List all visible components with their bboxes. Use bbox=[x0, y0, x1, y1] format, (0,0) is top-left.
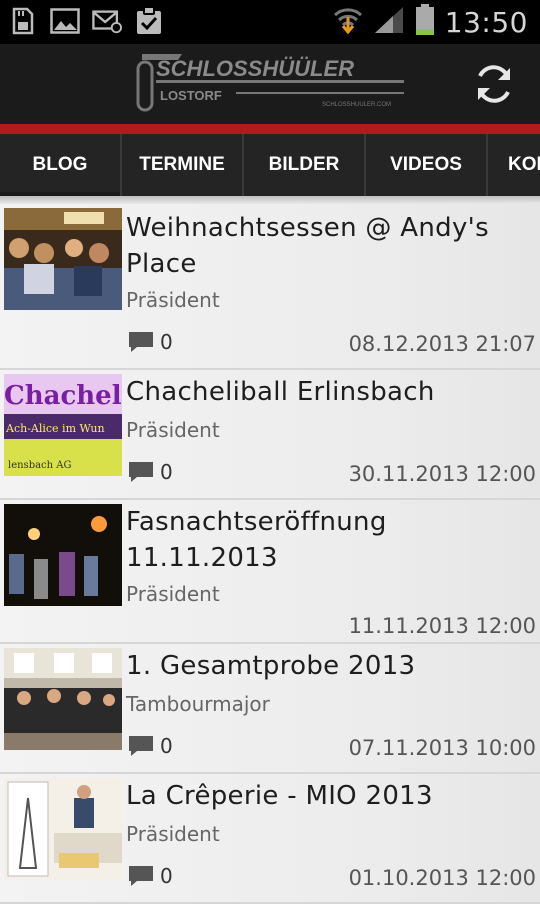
battery-icon bbox=[415, 4, 435, 40]
app-bar: SCHLOSSHÜÜLER LOSTORF SCHLOSSHUULER.COM bbox=[0, 44, 540, 124]
comment-icon bbox=[129, 866, 153, 886]
tab-kontakt[interactable]: KON bbox=[488, 134, 540, 196]
comment-count: 0 bbox=[128, 734, 173, 758]
comment-count: 0 bbox=[128, 460, 173, 484]
comment-icon bbox=[129, 462, 153, 482]
tab-bilder[interactable]: BILDER bbox=[244, 134, 366, 196]
post-title: Fasnachtseröffnung 11.11.2013 bbox=[126, 507, 387, 573]
post-date: 08.12.2013 21:07 bbox=[348, 332, 536, 356]
comment-count: 0 bbox=[128, 330, 173, 354]
wifi-download-icon bbox=[333, 5, 363, 39]
list-item[interactable]: Fasnachtseröffnung 11.11.2013 Präsident … bbox=[0, 500, 540, 644]
post-author: Tambourmajor bbox=[126, 692, 270, 716]
logo-title: SCHLOSSHÜÜLER bbox=[156, 56, 354, 81]
signal-icon bbox=[373, 5, 405, 39]
gallery-icon bbox=[50, 6, 80, 36]
post-title: Weihnachtsessen @ Andy's Place bbox=[126, 213, 489, 279]
list-item[interactable]: La Crêperie - MIO 2013 Präsident 0 01.10… bbox=[0, 774, 540, 904]
logo-subtitle: LOSTORF bbox=[160, 88, 222, 103]
task-check-icon bbox=[134, 6, 164, 36]
post-title: La Crêperie - MIO 2013 bbox=[126, 781, 433, 811]
post-date: 07.11.2013 10:00 bbox=[348, 736, 536, 760]
post-thumbnail bbox=[4, 504, 122, 606]
post-thumbnail: Chacheli Ach-Alice im Wun lensbach AG bbox=[4, 374, 122, 476]
comment-count-value: 0 bbox=[160, 864, 173, 888]
tab-shadow bbox=[0, 196, 540, 204]
clock: 13:50 bbox=[444, 5, 528, 39]
comment-count: 0 bbox=[128, 864, 173, 888]
post-author: Präsident bbox=[126, 822, 220, 846]
svg-text:lensbach AG: lensbach AG bbox=[8, 460, 71, 471]
post-author: Präsident bbox=[126, 582, 220, 606]
svg-text:Ach-Alice im Wun: Ach-Alice im Wun bbox=[5, 422, 105, 435]
tab-videos[interactable]: VIDEOS bbox=[366, 134, 488, 196]
post-author: Präsident bbox=[126, 418, 220, 442]
missed-mail-icon bbox=[92, 6, 122, 36]
sd-card-icon bbox=[8, 6, 38, 36]
list-item[interactable]: Chacheli Ach-Alice im Wun lensbach AG Ch… bbox=[0, 370, 540, 500]
app-logo: SCHLOSSHÜÜLER LOSTORF SCHLOSSHUULER.COM bbox=[136, 54, 404, 112]
comment-count-value: 0 bbox=[160, 460, 173, 484]
post-thumbnail bbox=[4, 778, 122, 880]
svg-text:Chacheli: Chacheli bbox=[4, 381, 122, 411]
post-thumbnail bbox=[4, 648, 122, 750]
tab-bar: BLOG TERMINE BILDER VIDEOS KON bbox=[0, 134, 540, 196]
post-title: Chacheliball Erlinsbach bbox=[126, 377, 435, 407]
post-date: 01.10.2013 12:00 bbox=[348, 866, 536, 890]
post-date: 30.11.2013 12:00 bbox=[348, 462, 536, 486]
comment-count-value: 0 bbox=[160, 330, 173, 354]
status-bar: 13:50 bbox=[0, 0, 540, 44]
post-title: 1. Gesamtprobe 2013 bbox=[126, 651, 416, 681]
tab-termine[interactable]: TERMINE bbox=[122, 134, 244, 196]
tab-blog[interactable]: BLOG bbox=[0, 134, 122, 196]
accent-stripe bbox=[0, 124, 540, 134]
comment-count-value: 0 bbox=[160, 734, 173, 758]
list-item[interactable]: Weihnachtsessen @ Andy's Place Präsident… bbox=[0, 204, 540, 370]
list-item[interactable]: 1. Gesamtprobe 2013 Tambourmajor 0 07.11… bbox=[0, 644, 540, 774]
logo-url: SCHLOSSHUULER.COM bbox=[322, 102, 391, 108]
post-date: 11.11.2013 12:00 bbox=[348, 614, 536, 638]
refresh-icon[interactable] bbox=[472, 62, 516, 106]
post-author: Präsident bbox=[126, 288, 220, 312]
comment-icon bbox=[129, 736, 153, 756]
comment-icon bbox=[129, 332, 153, 352]
post-thumbnail bbox=[4, 208, 122, 310]
